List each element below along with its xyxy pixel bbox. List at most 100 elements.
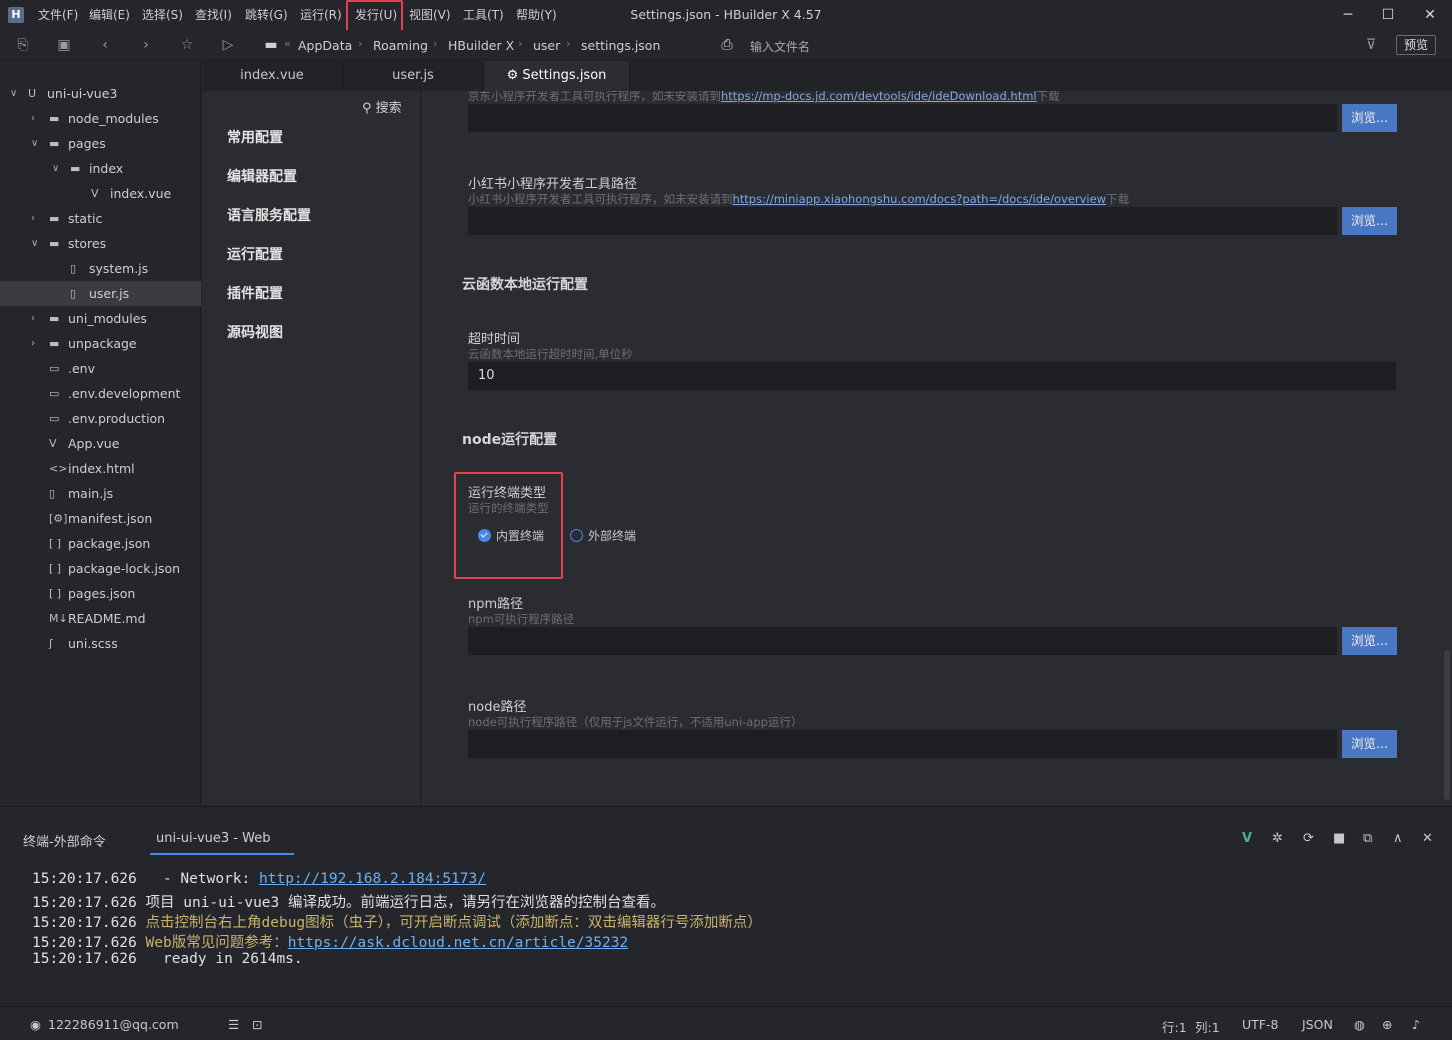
tab-user-js[interactable]: user.js — [343, 61, 484, 91]
close-icon[interactable]: ✕ — [1420, 6, 1440, 24]
tree-item[interactable]: ▭ .env.development — [0, 381, 201, 406]
close-panel-icon[interactable]: ✕ — [1422, 831, 1433, 846]
file-search-input[interactable]: 输入文件名 — [750, 38, 810, 55]
notification-bell-icon[interactable]: ♪ — [1412, 1017, 1420, 1032]
tab-index-vue[interactable]: index.vue — [202, 61, 343, 91]
radio-external-terminal[interactable]: 外部终端 — [570, 527, 636, 544]
maximize-icon[interactable]: ☐ — [1378, 6, 1398, 24]
nav-source-view[interactable]: 源码视图 — [227, 322, 283, 342]
menu-goto[interactable]: 跳转(G) — [245, 6, 288, 23]
menu-run[interactable]: 运行(R) — [300, 6, 342, 23]
chevron-right-icon[interactable]: › — [31, 206, 35, 231]
tree-item[interactable]: ∨ Uuni-ui-vue3 — [0, 81, 201, 106]
timeout-input[interactable]: 10 — [468, 362, 1396, 390]
chevron-down-icon[interactable]: ∨ — [31, 131, 38, 156]
star-icon[interactable]: ☆ — [178, 36, 196, 54]
chevron-right-icon[interactable]: › — [31, 106, 35, 131]
node-browse-button[interactable]: 浏览... — [1342, 730, 1397, 758]
tree-item[interactable]: Vindex.vue — [0, 181, 201, 206]
jd-browse-button[interactable]: 浏览... — [1342, 104, 1397, 132]
cursor-line[interactable]: 行:1 — [1162, 1017, 1187, 1036]
nav-common-config[interactable]: 常用配置 — [227, 127, 283, 147]
menu-tools[interactable]: 工具(T) — [463, 6, 504, 23]
tree-item[interactable]: ∨ ▬ index — [0, 156, 201, 181]
stop-icon[interactable]: ■ — [1333, 831, 1345, 846]
open-external-icon[interactable]: ⧉ — [1363, 831, 1372, 846]
menu-file[interactable]: 文件(F) — [38, 6, 78, 23]
tree-item[interactable]: [⚙] manifest.json — [0, 506, 201, 531]
chevron-right-icon[interactable]: › — [31, 306, 35, 331]
chevron-right-icon[interactable]: › — [31, 331, 35, 356]
network-url-link[interactable]: http://192.168.2.184:5173/ — [259, 871, 486, 887]
tree-item[interactable]: [ ] pages.json — [0, 581, 201, 606]
node-path-input[interactable] — [468, 730, 1337, 758]
tree-item[interactable]: ▯ system.js — [0, 256, 201, 281]
account-icon[interactable]: ◉ — [30, 1017, 41, 1032]
tree-item[interactable]: M↓ README.md — [0, 606, 201, 631]
menu-view[interactable]: 视图(V) — [409, 6, 451, 23]
filter-icon[interactable]: ⊽ — [1362, 36, 1380, 54]
terminal-icon[interactable]: ⊡ — [252, 1017, 262, 1032]
menu-edit[interactable]: 编辑(E) — [89, 6, 130, 23]
breadcrumb-user[interactable]: user — [533, 38, 560, 53]
breadcrumb-hbuilderx[interactable]: HBuilder X — [448, 38, 514, 53]
chevron-down-icon[interactable]: ∨ — [31, 231, 38, 256]
breadcrumb-roaming[interactable]: Roaming — [373, 38, 428, 53]
chevron-down-icon[interactable]: ∨ — [10, 81, 17, 106]
nav-plugin-config[interactable]: 插件配置 — [227, 283, 283, 303]
npm-path-input[interactable] — [468, 627, 1337, 655]
debug-bug-icon[interactable]: ✲ — [1272, 831, 1283, 846]
breadcrumb-settings-json[interactable]: settings.json — [581, 38, 660, 53]
settings-scrollbar[interactable] — [1444, 650, 1450, 800]
tree-item[interactable]: › ▬ static — [0, 206, 201, 231]
tree-item[interactable]: ▭ .env.production — [0, 406, 201, 431]
tree-item[interactable]: › ▬ node_modules — [0, 106, 201, 131]
xhs-download-link[interactable]: https://miniapp.xiaohongshu.com/docs?pat… — [733, 192, 1107, 206]
tree-item[interactable]: › ▬ unpackage — [0, 331, 201, 356]
breadcrumb-appdata[interactable]: AppData — [298, 38, 352, 53]
download-icon[interactable]: ⊕ — [1382, 1017, 1392, 1032]
new-file-icon[interactable]: ⎘ — [14, 36, 32, 54]
account-label[interactable]: 122286911@qq.com — [48, 1017, 179, 1032]
tree-item[interactable]: ∨ ▬ pages — [0, 131, 201, 156]
jd-tool-path-input[interactable] — [468, 104, 1337, 132]
tree-item[interactable]: [ ] package-lock.json — [0, 556, 201, 581]
nav-language-service-config[interactable]: 语言服务配置 — [227, 205, 311, 225]
tree-item[interactable]: V App.vue — [0, 431, 201, 456]
console-tab-web[interactable]: uni-ui-vue3 - Web — [156, 831, 270, 846]
tree-item[interactable]: ▯ user.js — [0, 281, 201, 306]
tree-item[interactable]: ▭ .env — [0, 356, 201, 381]
forward-icon[interactable]: › — [137, 36, 155, 54]
faq-link[interactable]: https://ask.dcloud.net.cn/article/35232 — [288, 935, 628, 951]
npm-browse-button[interactable]: 浏览... — [1342, 627, 1397, 655]
settings-search[interactable]: ⚲ 搜索 — [362, 97, 402, 116]
outline-icon[interactable]: ☰ — [228, 1017, 239, 1032]
maximize-panel-icon[interactable]: ∧ — [1393, 831, 1403, 846]
encoding-label[interactable]: UTF-8 — [1242, 1017, 1278, 1032]
minimize-icon[interactable]: ─ — [1338, 6, 1358, 24]
tree-item[interactable]: › ▬ uni_modules — [0, 306, 201, 331]
feedback-icon[interactable]: ◍ — [1354, 1017, 1365, 1032]
cursor-column[interactable]: 列:1 — [1195, 1017, 1220, 1036]
tree-item[interactable]: ʃ uni.scss — [0, 631, 201, 656]
nav-editor-config[interactable]: 编辑器配置 — [227, 166, 297, 186]
menu-find[interactable]: 查找(I) — [195, 6, 232, 23]
xhs-browse-button[interactable]: 浏览... — [1342, 207, 1397, 235]
language-mode[interactable]: JSON — [1302, 1017, 1333, 1032]
save-icon[interactable]: ▣ — [55, 36, 73, 54]
back-icon[interactable]: ‹ — [96, 36, 114, 54]
menu-select[interactable]: 选择(S) — [142, 6, 183, 23]
restart-icon[interactable]: ⟳ — [1303, 831, 1314, 846]
run-icon[interactable]: ▷ — [219, 36, 237, 54]
nav-run-config[interactable]: 运行配置 — [227, 244, 283, 264]
preview-button[interactable]: 预览 — [1396, 35, 1436, 55]
vue-icon[interactable]: V — [1242, 831, 1252, 846]
chevron-down-icon[interactable]: ∨ — [52, 156, 59, 181]
tree-item[interactable]: <> index.html — [0, 456, 201, 481]
jd-download-link[interactable]: https://mp-docs.jd.com/devtools/ide/ideD… — [721, 91, 1037, 103]
tree-item[interactable]: ▯ main.js — [0, 481, 201, 506]
tab-settings-json[interactable]: ⚙ Settings.json — [484, 61, 630, 91]
tree-item[interactable]: ∨ ▬ stores — [0, 231, 201, 256]
tree-item[interactable]: [ ] package.json — [0, 531, 201, 556]
xhs-tool-path-input[interactable] — [468, 207, 1337, 235]
